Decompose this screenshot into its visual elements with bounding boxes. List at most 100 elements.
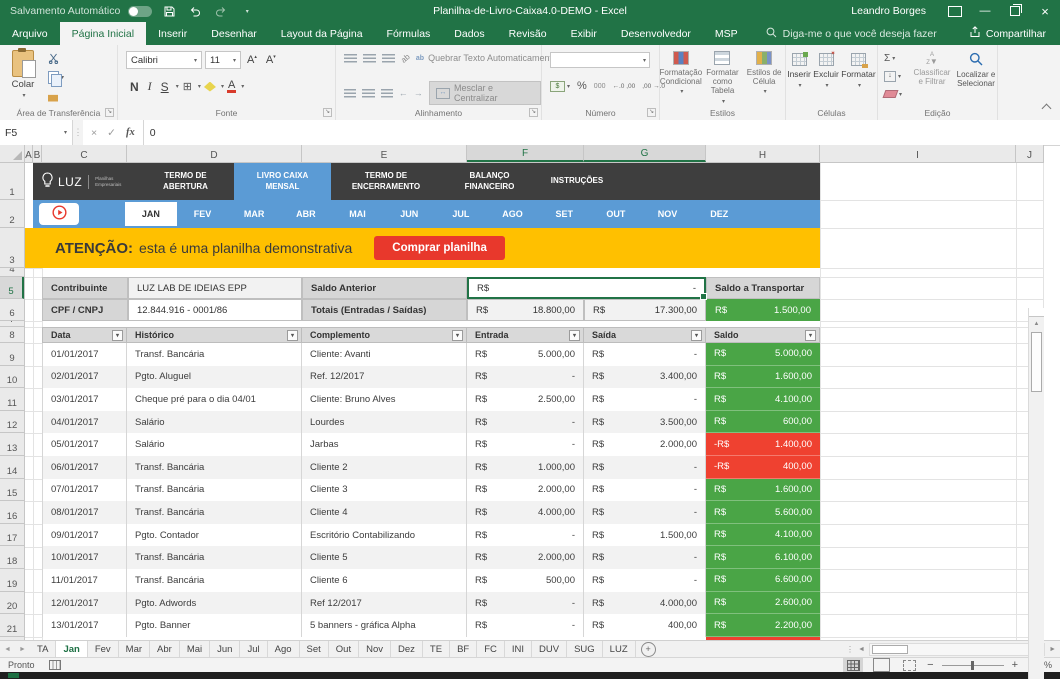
font-color-icon[interactable]: A bbox=[227, 80, 236, 93]
sheet-tab-ta[interactable]: TA bbox=[30, 641, 56, 657]
cell-data[interactable]: 01/01/2017 bbox=[42, 343, 127, 366]
nav-tab-balanco-financeiro[interactable]: BALANÇOFINANCEIRO bbox=[441, 163, 538, 200]
cell-complemento[interactable]: Cliente 2 bbox=[302, 456, 467, 479]
hscroll-right-icon[interactable]: ► bbox=[1049, 646, 1056, 653]
cell-data[interactable]: 02/01/2017 bbox=[42, 366, 127, 389]
cell-saldo[interactable]: R$2.600,00 bbox=[706, 592, 820, 615]
cell-data[interactable]: 13/01/2017 bbox=[42, 614, 127, 637]
zoom-slider[interactable] bbox=[942, 665, 1004, 666]
view-page-layout-button[interactable] bbox=[871, 658, 891, 673]
cell-saldo[interactable]: -R$1.400,00 bbox=[706, 433, 820, 456]
format-painter-button[interactable] bbox=[48, 89, 64, 103]
column-header-i[interactable]: I bbox=[820, 145, 1016, 162]
sheet-tab-nov[interactable]: Nov bbox=[359, 641, 391, 657]
cell-entrada[interactable]: R$- bbox=[467, 411, 584, 434]
sheet-tab-mai[interactable]: Mai bbox=[180, 641, 210, 657]
cell-complemento[interactable]: Jarbas bbox=[302, 433, 467, 456]
cell-entrada[interactable]: R$1.000,00 bbox=[467, 456, 584, 479]
borders-icon[interactable]: ⊞ bbox=[180, 80, 195, 93]
align-left-icon[interactable] bbox=[344, 89, 356, 98]
column-header-c[interactable]: C bbox=[42, 145, 127, 162]
cell-historico[interactable]: Pgto. Adwords bbox=[127, 592, 302, 615]
filter-icon[interactable]: ▾ bbox=[112, 330, 123, 341]
sheet-tab-bf[interactable]: BF bbox=[450, 641, 477, 657]
fill-handle[interactable] bbox=[700, 293, 707, 300]
column-header-j[interactable]: J bbox=[1016, 145, 1044, 162]
buy-button[interactable]: Comprar planilha bbox=[374, 236, 505, 260]
minimize-icon[interactable]: — bbox=[970, 0, 1000, 22]
row-header-8[interactable]: 8 bbox=[0, 327, 24, 343]
table-header-data[interactable]: Data▾ bbox=[42, 327, 127, 343]
cell-data[interactable]: 03/01/2017 bbox=[42, 388, 127, 411]
cell-historico[interactable]: Transf. Bancária bbox=[127, 479, 302, 502]
cell-historico[interactable]: Transf. Bancária bbox=[127, 456, 302, 479]
totais-label[interactable]: Totais (Entradas / Saídas) bbox=[302, 299, 467, 321]
cell-historico[interactable]: Pgto. Aluguel bbox=[127, 366, 302, 389]
sheet-tab-abr[interactable]: Abr bbox=[150, 641, 180, 657]
decrease-indent-icon[interactable]: ← bbox=[399, 88, 408, 98]
cell-entrada[interactable]: R$5.000,00 bbox=[467, 343, 584, 366]
qat-dropdown-icon[interactable]: ▾ bbox=[238, 1, 256, 21]
cell-saida[interactable]: R$- bbox=[584, 388, 706, 411]
cell-entrada[interactable]: R$2.000,00 bbox=[467, 546, 584, 569]
cell-complemento[interactable]: Cliente: Avanti bbox=[302, 343, 467, 366]
cell-saida[interactable]: R$400,00 bbox=[584, 614, 706, 637]
row-header-5[interactable]: 5 bbox=[0, 277, 24, 299]
sheet-tab-luz[interactable]: LUZ bbox=[603, 641, 636, 657]
filter-icon[interactable]: ▾ bbox=[569, 330, 580, 341]
fill-color-dropdown-icon[interactable]: ▾ bbox=[221, 83, 224, 90]
align-center-icon[interactable] bbox=[362, 89, 374, 98]
new-sheet-button[interactable]: + bbox=[641, 642, 656, 657]
cell-saida[interactable]: R$- bbox=[584, 569, 706, 592]
scroll-up-icon[interactable]: ▲ bbox=[1029, 317, 1044, 331]
cpf-cnpj-value[interactable]: 12.844.916 - 0001/86 bbox=[128, 299, 302, 321]
dialog-launcher-icon[interactable]: ↘ bbox=[529, 108, 538, 117]
row-header-9[interactable]: 9 bbox=[0, 343, 24, 366]
cell-complemento[interactable]: Cliente 5 bbox=[302, 546, 467, 569]
ribbon-tab-pagina-inicial[interactable]: Página Inicial bbox=[60, 22, 146, 45]
insert-function-icon[interactable]: fx bbox=[126, 127, 135, 138]
decrease-font-size-button[interactable]: A▾ bbox=[263, 54, 279, 66]
cell-complemento[interactable]: Ref 12/2017 bbox=[302, 592, 467, 615]
name-box[interactable]: F5▾ bbox=[0, 120, 73, 145]
cell-complemento[interactable]: Ref. 12/2017 bbox=[302, 366, 467, 389]
row-header-19[interactable]: 19 bbox=[0, 569, 24, 592]
row-header-6[interactable]: 6 bbox=[0, 299, 24, 321]
cut-button[interactable] bbox=[48, 51, 64, 65]
table-header-complemento[interactable]: Complemento▾ bbox=[302, 327, 467, 343]
month-tab-set[interactable]: SET bbox=[538, 200, 590, 228]
cell-saldo[interactable]: R$4.100,00 bbox=[706, 524, 820, 547]
sheet-tab-jan[interactable]: Jan bbox=[56, 641, 87, 657]
saldo-anterior-label[interactable]: Saldo Anterior bbox=[302, 277, 467, 299]
row-header-1[interactable]: 1 bbox=[0, 163, 24, 200]
cell-saldo[interactable]: R$5.000,00 bbox=[706, 343, 820, 366]
ribbon-tab-desenvolvedor[interactable]: Desenvolvedor bbox=[609, 22, 703, 45]
ribbon-tab-inserir[interactable]: Inserir bbox=[146, 22, 199, 45]
contribuinte-value[interactable]: LUZ LAB DE IDEIAS EPP bbox=[128, 277, 302, 299]
cell-saida[interactable]: R$2.000,00 bbox=[584, 433, 706, 456]
ribbon-tab-msp[interactable]: MSP bbox=[703, 22, 750, 45]
ribbon-tab-formulas[interactable]: Fórmulas bbox=[375, 22, 443, 45]
sheet-tab-jun[interactable]: Jun bbox=[210, 641, 240, 657]
macro-record-icon[interactable] bbox=[49, 660, 61, 670]
cell-entrada[interactable]: R$- bbox=[467, 433, 584, 456]
italic-button[interactable]: I bbox=[144, 79, 156, 94]
cell-entrada[interactable]: R$2.500,00 bbox=[467, 388, 584, 411]
paste-button[interactable]: Colar ▾ bbox=[6, 50, 40, 99]
cell-entrada[interactable]: R$- bbox=[467, 524, 584, 547]
month-tab-fev[interactable]: FEV bbox=[177, 200, 229, 228]
comma-format-button[interactable]: 000 bbox=[594, 83, 606, 90]
row-header-13[interactable]: 13 bbox=[0, 433, 24, 456]
cell-data[interactable]: 08/01/2017 bbox=[42, 501, 127, 524]
redo-icon[interactable] bbox=[212, 1, 230, 21]
filter-icon[interactable]: ▾ bbox=[691, 330, 702, 341]
row-header-10[interactable]: 10 bbox=[0, 366, 24, 389]
underline-button[interactable]: S bbox=[157, 80, 173, 94]
cells-area[interactable]: LUZ PlanilhasEmpresariais TERMO DEABERTU… bbox=[25, 163, 1044, 640]
row-header-11[interactable]: 11 bbox=[0, 388, 24, 411]
nav-tab-instrucoes[interactable]: INSTRUÇÕES bbox=[538, 163, 616, 200]
sheet-tab-set[interactable]: Set bbox=[300, 641, 329, 657]
month-tab-out[interactable]: OUT bbox=[590, 200, 642, 228]
collapse-ribbon-icon[interactable] bbox=[1042, 104, 1052, 114]
nav-tab-livro-caixa-mensal[interactable]: LIVRO CAIXAMENSAL bbox=[234, 163, 331, 200]
